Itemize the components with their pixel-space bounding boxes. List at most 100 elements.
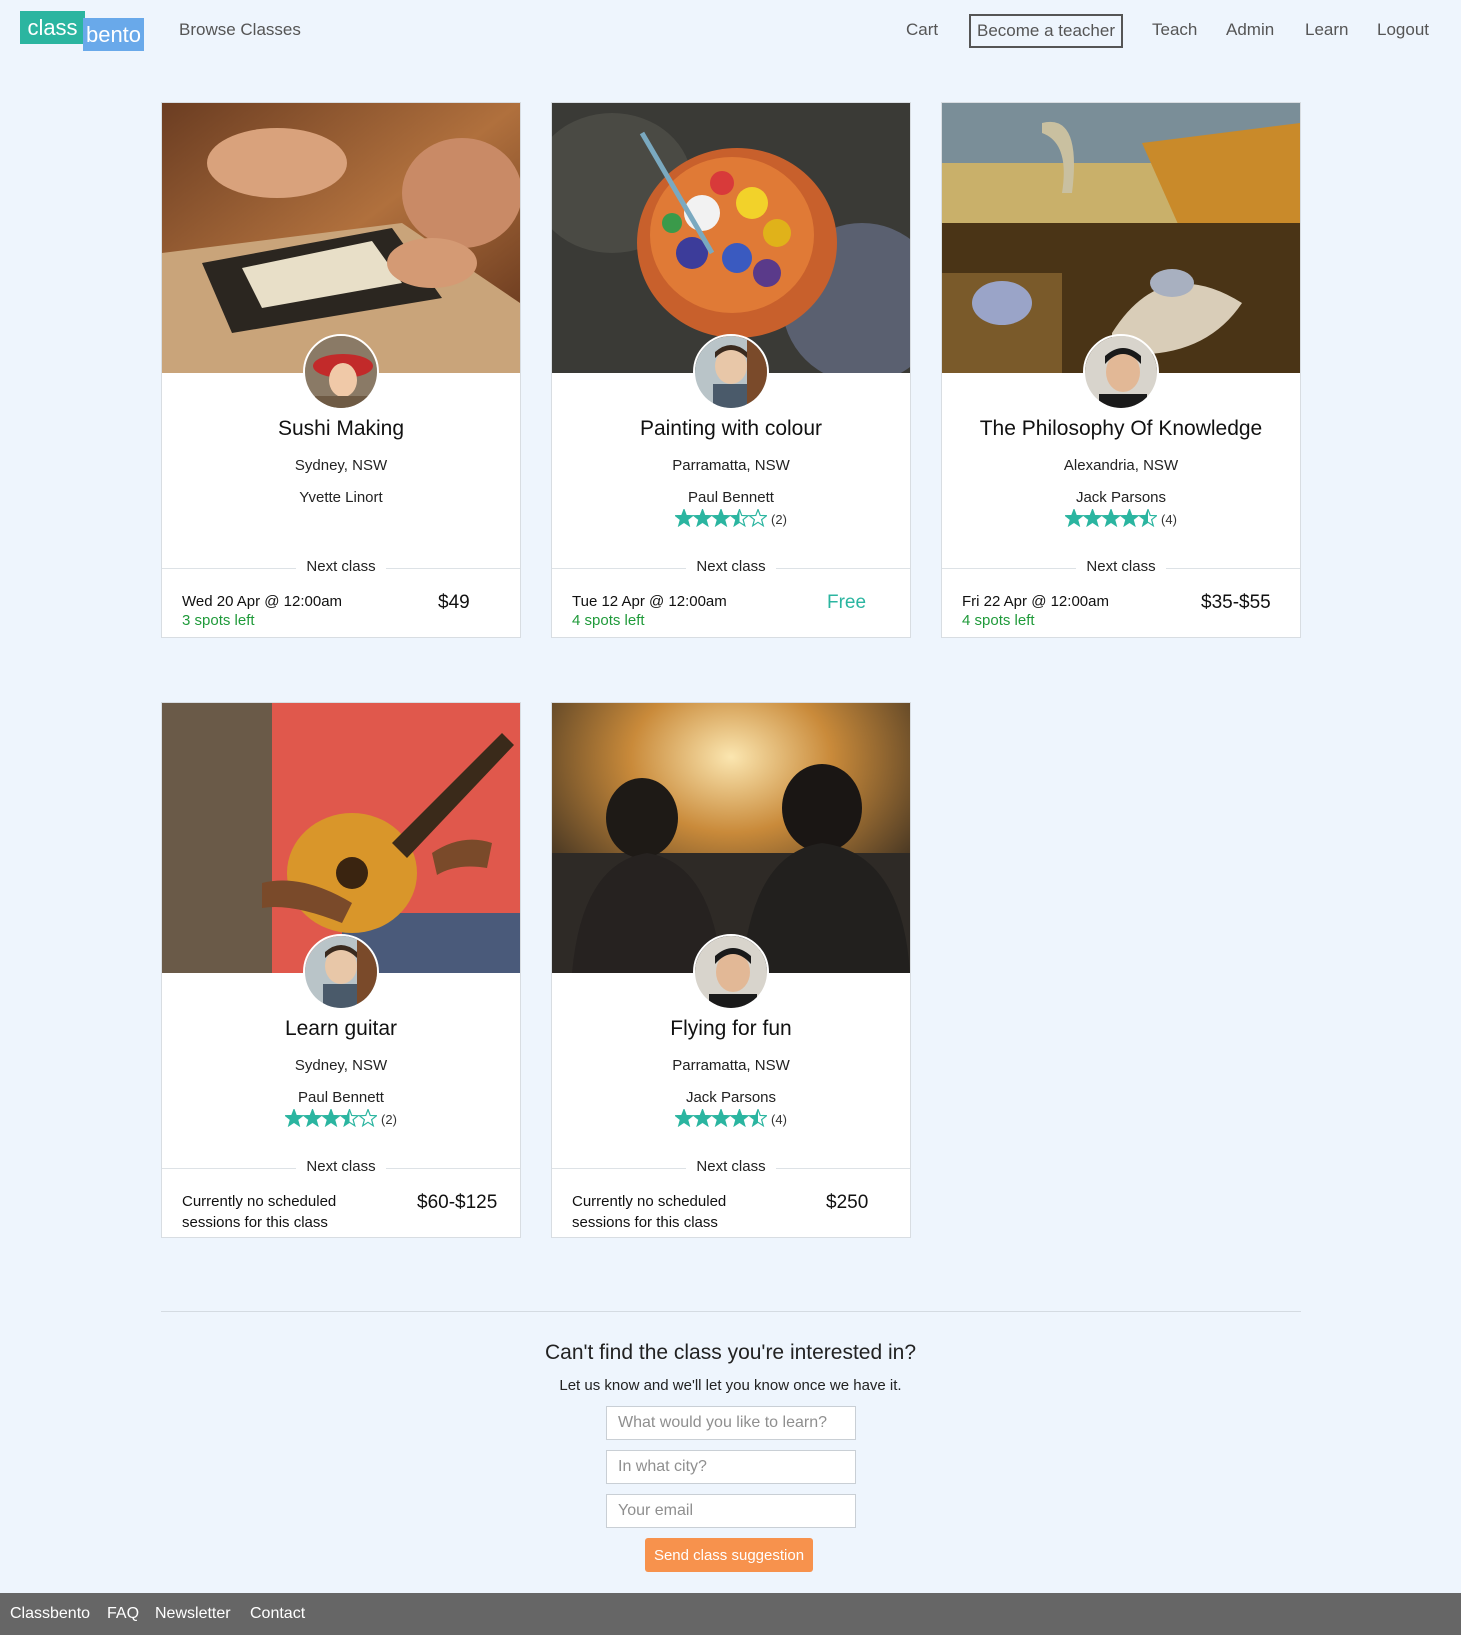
rating: (4) [552,1107,910,1130]
teacher-avatar[interactable] [1083,334,1159,410]
star-icon [302,1107,323,1128]
teacher-name: Jack Parsons [685,1089,777,1106]
nav-admin[interactable]: Admin [1226,20,1274,40]
class-location: Sydney, NSW [294,1057,388,1074]
rating: (2) [552,507,910,530]
teacher-avatar[interactable] [693,334,769,410]
next-class-label: Next class [296,1158,386,1175]
session-status: Currently no scheduled sessions for this… [572,1191,726,1233]
class-price: $49 [438,592,470,613]
star-icon [673,1107,695,1128]
footer-contact[interactable]: Contact [250,1605,305,1623]
nav-cart[interactable]: Cart [906,20,938,40]
next-class-label: Next class [686,558,776,575]
class-card[interactable]: Sushi Making Sydney, NSW Yvette Linort N… [161,102,521,638]
class-photo-flying[interactable] [552,703,910,973]
class-title[interactable]: Flying for fun [552,1017,910,1041]
footer-classbento[interactable]: Classbento [10,1605,90,1623]
rating: (2) [162,1107,520,1130]
spots-left: 4 spots left [572,612,645,629]
class-price: $60-$125 [417,1192,498,1213]
nav-logout[interactable]: Logout [1377,20,1429,40]
class-location: Parramatta, NSW [672,457,790,474]
suggestion-title: Can't find the class you're interested i… [544,1341,917,1364]
star-icon [1100,507,1122,528]
class-location: Alexandria, NSW [1063,457,1179,474]
send-suggestion-button[interactable]: Send class suggestion [645,1538,813,1572]
star-icon [1082,507,1103,528]
session-status-line: Currently no scheduled [182,1193,337,1210]
class-photo-guitar[interactable] [162,703,520,973]
footer-newsletter[interactable]: Newsletter [155,1605,231,1623]
class-title[interactable]: Learn guitar [162,1017,520,1041]
class-price: $250 [826,1192,869,1213]
footer-faq[interactable]: FAQ [107,1605,139,1623]
teacher-name: Paul Bennett [298,1089,384,1106]
spots-left: 4 spots left [962,612,1035,629]
class-location: Parramatta, NSW [672,1057,790,1074]
star-icon [1063,507,1085,528]
class-photo-painting[interactable] [552,103,910,373]
classbento-logo[interactable]: class bento [20,11,144,51]
star-rating-icon [1063,507,1159,530]
star-icon [1137,507,1159,528]
star-rating-icon [673,1107,769,1130]
class-photo-philosophy[interactable] [942,103,1300,373]
next-class-label: Next class [686,1158,776,1175]
class-card[interactable]: Painting with colour Parramatta, NSW Pau… [551,102,911,638]
learn-topic-input[interactable] [606,1406,856,1440]
star-icon [747,507,769,528]
class-title[interactable]: The Philosophy Of Knowledge [942,417,1300,441]
star-icon [729,1107,750,1128]
next-class-label: Next class [1076,558,1166,575]
star-icon [692,507,713,528]
teacher-name: Jack Parsons [1075,489,1167,506]
star-icon [283,1107,305,1128]
session-date: Wed 20 Apr @ 12:00am [182,593,343,610]
suggestion-subtitle: Let us know and we'll let you know once … [559,1377,902,1394]
class-card[interactable]: Flying for fun Parramatta, NSW Jack Pars… [551,702,911,1238]
nav-learn[interactable]: Learn [1305,20,1348,40]
review-count: (2) [381,1112,397,1127]
star-rating-icon [283,1107,379,1130]
nav-teach[interactable]: Teach [1152,20,1197,40]
star-icon [1119,507,1140,528]
star-icon [339,1107,360,1128]
email-input[interactable] [606,1494,856,1528]
spots-left: 3 spots left [182,612,255,629]
star-icon [710,1107,732,1128]
session-status-line: sessions for this class [182,1214,328,1231]
session-status-line: Currently no scheduled [572,1193,727,1210]
teacher-name: Yvette Linort [299,489,383,506]
teacher-avatar[interactable] [303,334,379,410]
session-date: Tue 12 Apr @ 12:00am [572,593,727,610]
class-card[interactable]: The Philosophy Of Knowledge Alexandria, … [941,102,1301,638]
review-count: (4) [771,1112,787,1127]
class-location: Sydney, NSW [294,457,388,474]
class-card[interactable]: Learn guitar Sydney, NSW Paul Bennett (2… [161,702,521,1238]
star-icon [710,507,732,528]
teacher-avatar[interactable] [693,934,769,1010]
next-class-label: Next class [296,558,386,575]
footer: Classbento FAQ Newsletter Contact [0,1593,1461,1635]
teacher-name: Paul Bennett [688,489,774,506]
star-icon [357,1107,379,1128]
nav-browse-classes[interactable]: Browse Classes [179,20,301,40]
class-title[interactable]: Painting with colour [552,417,910,441]
star-icon [692,1107,713,1128]
rating: (4) [942,507,1300,530]
logo-bento-text: bento [83,18,144,51]
star-icon [747,1107,769,1128]
session-status: Currently no scheduled sessions for this… [182,1191,336,1233]
class-price: Free [827,592,867,613]
class-title[interactable]: Sushi Making [162,417,520,441]
teacher-avatar[interactable] [303,934,379,1010]
review-count: (2) [771,512,787,527]
session-status-line: sessions for this class [572,1214,718,1231]
star-icon [673,507,695,528]
city-input[interactable] [606,1450,856,1484]
become-teacher-button[interactable]: Become a teacher [969,14,1123,48]
class-photo-sushi[interactable] [162,103,520,373]
section-divider [161,1311,1301,1312]
class-price: $35-$55 [1201,592,1271,613]
